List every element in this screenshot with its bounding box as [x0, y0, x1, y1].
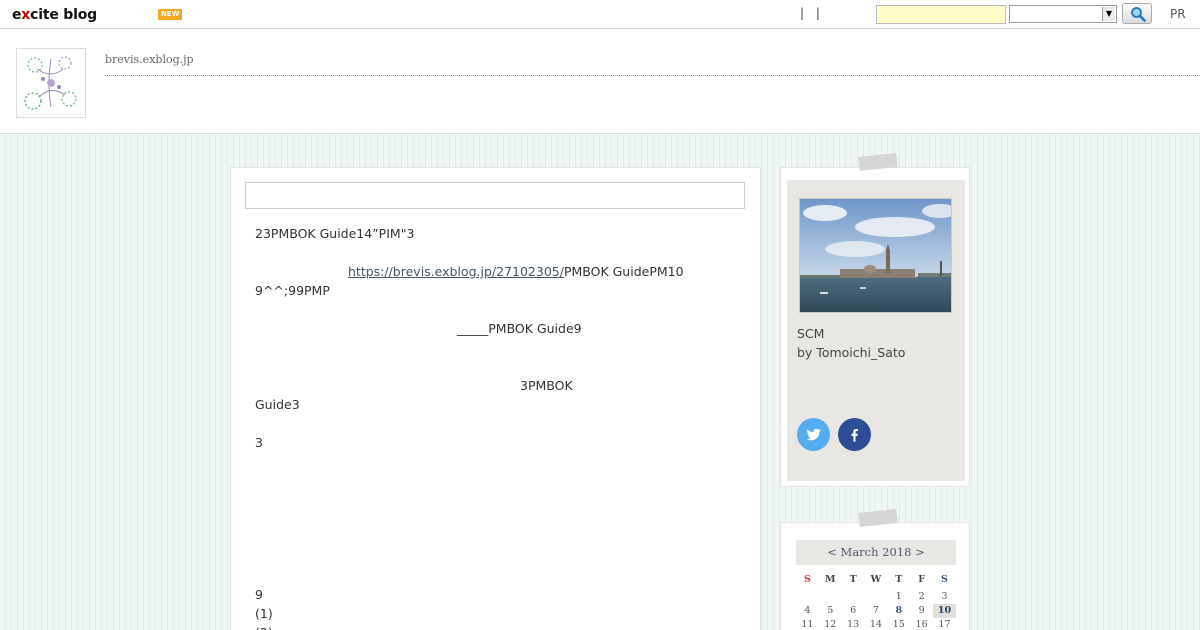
- calendar-day: 17: [938, 619, 951, 630]
- post-line: [255, 414, 745, 433]
- calendar-day: 4: [804, 605, 811, 616]
- chevron-down-icon: ▼: [1102, 7, 1115, 21]
- calendar-card: < March 2018 > S M T W T F S 1 2 3 4 5 6 7 8 9 10 11 12 13 1…: [780, 522, 970, 630]
- top-bar: excite blog NEW | | ▼ PR: [0, 0, 1200, 29]
- calendar-day: 7: [872, 605, 879, 616]
- post-link[interactable]: https://brevis.exblog.jp/27102305/: [348, 264, 564, 279]
- post-line: [255, 243, 745, 262]
- post-line: [255, 566, 745, 585]
- calendar-day: 15: [892, 619, 905, 630]
- header-divider: [105, 75, 1200, 76]
- post-text: PMBOK GuidePM10: [563, 264, 684, 279]
- post-line: [255, 490, 745, 509]
- calendar-day: [842, 590, 865, 604]
- post-line: [255, 528, 745, 547]
- menu-separators: | |: [800, 6, 824, 20]
- calendar-day: [865, 590, 888, 604]
- calendar-day: 13: [847, 619, 860, 630]
- blog-avatar[interactable]: [16, 48, 86, 118]
- post-line: 23PMBOK Guide14”PIM"3: [255, 226, 415, 241]
- post-line: _____PMBOK Guide9: [457, 321, 582, 336]
- calendar-day: [819, 590, 842, 604]
- facebook-icon: [851, 429, 858, 442]
- blog-name[interactable]: SCM: [797, 324, 905, 343]
- calendar-day: 11: [801, 619, 814, 630]
- calendar-day: 6: [850, 605, 857, 616]
- calendar-weekday-row: SMTWTFS: [796, 573, 956, 590]
- calendar-month-nav[interactable]: < March 2018 >: [796, 540, 956, 565]
- search-input[interactable]: [876, 5, 1006, 24]
- calendar-day: [796, 590, 819, 604]
- calendar-weekday: T: [849, 574, 857, 585]
- profile-text: SCM by Tomoichi_Sato: [797, 324, 905, 362]
- post-line: [255, 452, 745, 471]
- magnifier-icon: [1131, 7, 1146, 22]
- profile-panel: SCM by Tomoichi_Sato: [787, 180, 965, 481]
- twitter-button[interactable]: [797, 418, 830, 451]
- calendar-day: 14: [869, 619, 882, 630]
- calendar-day: 9: [918, 605, 925, 616]
- calendar-weekday: W: [870, 574, 882, 585]
- calendar-week-row: 1 2 3: [796, 590, 956, 604]
- post-line: [255, 338, 745, 357]
- search-scope-select[interactable]: ▼: [1009, 5, 1117, 23]
- pr-label: PR: [1170, 7, 1186, 21]
- calendar-weekday: T: [895, 574, 903, 585]
- new-badge[interactable]: NEW: [158, 9, 183, 20]
- calendar-weekday: F: [918, 574, 926, 585]
- post-line: [255, 471, 745, 490]
- calendar-day: 16: [915, 619, 928, 630]
- facebook-button[interactable]: [838, 418, 871, 451]
- post-line: [255, 300, 745, 319]
- blog-domain[interactable]: brevis.exblog.jp: [105, 53, 194, 66]
- calendar-day[interactable]: 8: [887, 604, 910, 618]
- post-line: [255, 357, 745, 376]
- post-line: 9: [255, 587, 263, 602]
- post-line: [255, 547, 745, 566]
- calendar-day: 3: [941, 591, 948, 602]
- blog-header: brevis.exblog.jp: [0, 30, 1200, 134]
- calendar-day: 1: [895, 591, 902, 602]
- calendar-grid: S M T W T F S 1 2 3 4 5 6 7 8 9 10 11 12 13 14 15 16 17: [796, 573, 956, 630]
- post-line: Guide3: [255, 397, 300, 412]
- post-line: (2): [255, 623, 745, 630]
- profile-card: SCM by Tomoichi_Sato: [780, 167, 970, 487]
- calendar-day[interactable]: 10: [933, 604, 956, 618]
- twitter-icon: [806, 428, 821, 441]
- calendar-day: 5: [827, 605, 834, 616]
- post-title-box: [245, 182, 745, 209]
- post-line: 9^^;99PMP: [255, 283, 330, 298]
- search-button[interactable]: [1122, 3, 1152, 24]
- calendar-week-row: 11 12 13 14 15 16 17: [796, 618, 956, 630]
- calendar-weekday: S: [941, 574, 948, 585]
- post-line: (1): [255, 606, 273, 621]
- author-name[interactable]: by Tomoichi_Sato: [797, 343, 905, 362]
- calendar-day: 2: [918, 591, 925, 602]
- post-card: 23PMBOK Guide14”PIM"3 https://brevis.exbl…: [230, 167, 761, 630]
- post-body: 23PMBOK Guide14”PIM"3 https://brevis.exbl…: [255, 224, 745, 630]
- calendar-weekday: S: [803, 574, 811, 585]
- post-line: https://brevis.exblog.jp/27102305/PMBOK …: [255, 262, 745, 281]
- post-line: [255, 509, 745, 528]
- profile-photo[interactable]: [799, 198, 952, 313]
- venice-lagoon-photo: [800, 199, 951, 312]
- calendar-weekday: M: [825, 574, 836, 585]
- post-line: 3PMBOK: [520, 378, 573, 393]
- calendar-week-row: 4 5 6 7 8 9 10: [796, 604, 956, 618]
- post-line: 3: [255, 435, 263, 450]
- calendar-day: 12: [824, 619, 837, 630]
- excite-blog-logo[interactable]: excite blog: [12, 5, 97, 25]
- floral-avatar-icon: [24, 56, 77, 110]
